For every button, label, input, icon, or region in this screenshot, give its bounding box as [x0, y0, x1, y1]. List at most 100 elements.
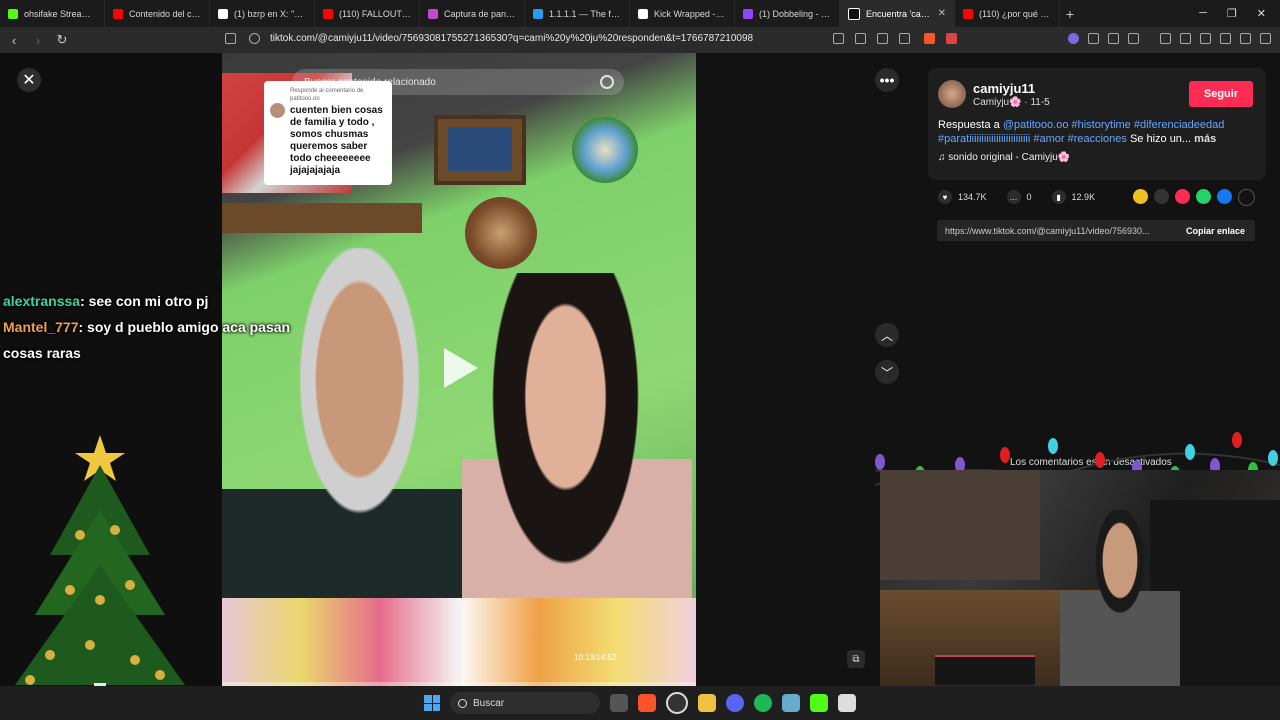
whatsapp-icon[interactable] — [1196, 189, 1211, 204]
sidebar-icon[interactable] — [1180, 33, 1191, 44]
decorative-plate — [572, 117, 638, 183]
bookmark-icon[interactable]: ▮ — [1051, 190, 1066, 204]
copy-link-button[interactable]: Copiar enlace — [1186, 226, 1255, 236]
tab-label: 1.1.1.1 — The free app — [549, 8, 621, 19]
tablecloth — [222, 598, 696, 686]
play-icon[interactable] — [444, 348, 478, 388]
next-video-button[interactable]: ﹀ — [875, 360, 899, 384]
chat-message: alextranssa: see con mi otro pj — [3, 288, 303, 314]
url-field[interactable]: tiktok.com/@camiyju11/video/756930817552… — [270, 33, 753, 44]
browser-tab[interactable]: Captura de pantalla po — [420, 0, 525, 27]
menu-icon[interactable] — [1260, 33, 1271, 44]
puzzle-icon[interactable] — [1108, 33, 1119, 44]
maximize-icon[interactable]: ❐ — [1227, 7, 1237, 20]
twitch-favicon-icon — [743, 8, 753, 19]
search-icon[interactable] — [600, 75, 614, 89]
more-options-button[interactable]: ••• — [875, 68, 899, 92]
christmas-tree-overlay — [15, 435, 185, 703]
embed-icon[interactable] — [1154, 189, 1169, 204]
translate-icon[interactable] — [877, 33, 888, 44]
decorative-plate — [465, 197, 537, 269]
post-nickname-date: Camiyju🌸 · 11-5 — [973, 97, 1050, 108]
brave-rewards-icon[interactable] — [946, 33, 957, 44]
obs-icon[interactable] — [666, 692, 688, 714]
send-icon[interactable] — [1175, 189, 1190, 204]
sound-link[interactable]: ♫ sonido original - Camiyju🌸 — [938, 152, 1070, 163]
back-icon[interactable]: ‹ — [4, 33, 24, 48]
windows-start-icon[interactable] — [424, 695, 440, 711]
screen-icon[interactable] — [855, 33, 866, 44]
browser-tab[interactable]: (110) ¿por qué se hace — [955, 0, 1060, 27]
more-link[interactable]: más — [1194, 133, 1216, 145]
taskbar-search[interactable]: Buscar — [450, 692, 600, 714]
brave-shield-icon[interactable] — [924, 33, 935, 44]
kick-icon[interactable] — [810, 694, 828, 712]
globe-favicon-icon — [638, 8, 648, 19]
window-controls: ─ ❐ ✕ — [1199, 7, 1280, 20]
vpn-icon[interactable] — [1240, 33, 1251, 44]
browser-tab[interactable]: (1) Dobbeling - Tw — [735, 0, 840, 27]
browser-tab[interactable]: Kick Wrapped - Proces — [630, 0, 735, 27]
discord-icon[interactable] — [726, 694, 744, 712]
extension-icon[interactable] — [1128, 33, 1139, 44]
tracking-off-icon[interactable] — [833, 33, 844, 44]
comment-icon[interactable]: … — [1006, 190, 1021, 204]
bookmark-icon[interactable] — [225, 33, 236, 44]
cloudflare-favicon-icon — [533, 8, 543, 19]
picture-frame — [434, 115, 526, 185]
close-window-icon[interactable]: ✕ — [1257, 7, 1266, 20]
address-bar: ‹ › ↻ tiktok.com/@camiyju11/video/756930… — [0, 27, 1280, 53]
engagement-stats: ♥ 134.7K … 0 ▮ 12.9K — [938, 190, 1095, 204]
close-tab-icon[interactable]: ✕ — [938, 8, 946, 19]
notepad-icon[interactable] — [782, 694, 800, 712]
browser-tab[interactable]: 1.1.1.1 — The free app — [525, 0, 630, 27]
reply-to-label: Responde al comentario de — [290, 88, 364, 94]
follow-button[interactable]: Seguir — [1189, 81, 1253, 107]
previous-video-button[interactable]: ︿ — [875, 323, 899, 347]
webcam-overlay — [880, 470, 1280, 686]
extension-icon[interactable] — [1068, 33, 1079, 44]
brave-icon[interactable] — [638, 694, 656, 712]
youtube-favicon-icon — [323, 8, 333, 19]
browser-tab[interactable]: ohsifake Stream - Wat — [0, 0, 105, 27]
kick-favicon-icon — [8, 8, 18, 19]
tab-label: Contenido del canal - — [129, 8, 201, 19]
browser-tab[interactable]: (1) bzrp en X: "J BALVI — [210, 0, 315, 27]
miniplayer-icon[interactable]: ⧉ — [847, 650, 865, 668]
forward-icon[interactable]: › — [28, 33, 48, 48]
desc-prefix: Respuesta a — [938, 119, 1003, 131]
site-info-icon[interactable] — [249, 33, 260, 44]
reload-icon[interactable]: ↻ — [52, 32, 72, 48]
post-username[interactable]: camiyju11 — [973, 81, 1035, 96]
leo-icon[interactable] — [1220, 33, 1231, 44]
coin-icon[interactable] — [1133, 189, 1148, 204]
search-icon — [458, 698, 467, 708]
stream-chat: alextranssa: see con mi otro pj Mantel_7… — [3, 288, 303, 366]
share-icon[interactable] — [899, 33, 910, 44]
youtube-favicon-icon — [963, 8, 973, 19]
desc-mention[interactable]: @patitooo.oo — [1003, 119, 1069, 131]
file-explorer-icon[interactable] — [698, 694, 716, 712]
tab-label: (1) Dobbeling - Tw — [759, 8, 831, 19]
heart-icon[interactable]: ♥ — [938, 190, 952, 204]
facebook-icon[interactable] — [1217, 189, 1232, 204]
share-arrow-icon[interactable] — [1238, 189, 1255, 206]
avatar[interactable] — [938, 80, 966, 108]
spotify-icon[interactable] — [754, 694, 772, 712]
music-icon[interactable] — [1160, 33, 1171, 44]
tab-label: ohsifake Stream - Wat — [24, 8, 96, 19]
video-link[interactable]: https://www.tiktok.com/@camiyju11/video/… — [937, 226, 1175, 236]
extension-icon[interactable] — [1088, 33, 1099, 44]
video-player[interactable]: Buscar contenido relacionado Responde al… — [222, 53, 696, 686]
browser-tab-active[interactable]: Encuentra 'cami y ✕ — [840, 0, 955, 27]
wallet-icon[interactable] — [1200, 33, 1211, 44]
browser-tab[interactable]: Contenido del canal - — [105, 0, 210, 27]
close-button[interactable]: ✕ — [17, 68, 41, 92]
calculator-icon[interactable] — [838, 694, 856, 712]
webcam-keyboard — [935, 655, 1035, 685]
new-tab-button[interactable]: + — [1060, 6, 1080, 22]
task-view-icon[interactable] — [610, 694, 628, 712]
browser-tab[interactable]: (110) FALLOUT 4 | PRI — [315, 0, 420, 27]
video-timecode: 10:13/14:52 — [574, 653, 617, 662]
minimize-icon[interactable]: ─ — [1199, 7, 1207, 20]
